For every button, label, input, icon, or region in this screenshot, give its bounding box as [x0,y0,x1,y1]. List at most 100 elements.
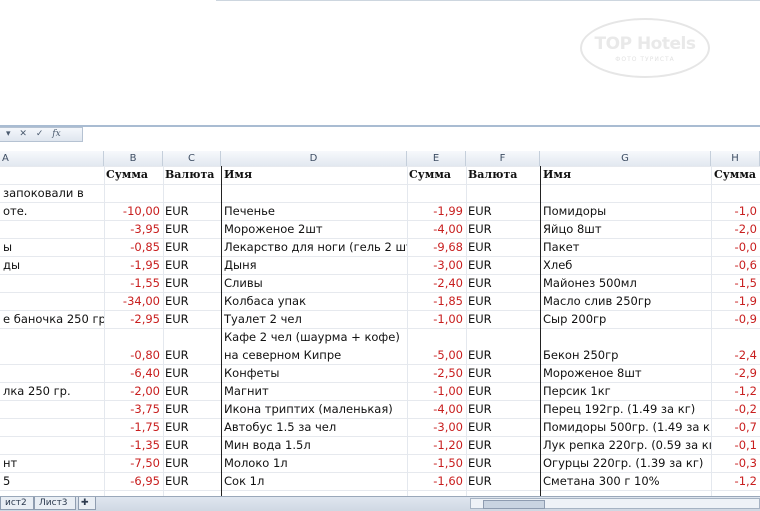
cell-c[interactable]: EUR [163,382,221,400]
cell-d[interactable]: Дыня [221,256,407,274]
horizontal-scrollbar-thumb[interactable] [483,500,545,509]
cell-a[interactable] [0,292,104,310]
cell-e[interactable]: -2,50 [407,364,466,382]
cell-b[interactable]: -10,00 [104,202,163,220]
sheet-tab-list3[interactable]: Лист3 [34,497,76,510]
cell-a[interactable] [0,274,104,292]
header-currency-c[interactable]: Валюта [163,166,221,184]
cell-g[interactable] [540,184,711,202]
cell-e[interactable]: -2,40 [407,274,466,292]
cell-e[interactable]: -1,60 [407,472,466,490]
cell-g[interactable]: Мороженое 8шт [540,364,711,382]
cell-d[interactable]: Молоко 1л [221,454,407,472]
column-header-d[interactable]: D [221,151,407,166]
header-currency-f[interactable]: Валюта [466,166,540,184]
cell-c[interactable]: EUR [163,400,221,418]
column-header-c[interactable]: C [163,151,221,166]
cell-b[interactable]: -3,95 [104,220,163,238]
cell-b[interactable]: -1,55 [104,274,163,292]
cell-h[interactable]: -0,9 [711,310,760,328]
cell-h[interactable]: -0,7 [711,418,760,436]
cell-f[interactable]: EUR [466,364,540,382]
cell-c[interactable]: EUR [163,328,221,364]
cell-f[interactable]: EUR [466,382,540,400]
cell-e[interactable]: -4,00 [407,400,466,418]
cell-a[interactable]: е баночка 250 гр [0,310,104,328]
enter-icon[interactable]: ✓ [36,128,44,141]
cell-g[interactable]: Бекон 250гр [540,328,711,364]
cell-h[interactable]: -1,2 [711,472,760,490]
cell-g[interactable]: Огурцы 220гр. (1.39 за кг) [540,454,711,472]
cell-g[interactable]: Помидоры 500гр. (1.49 за кг) [540,418,711,436]
cell-c[interactable]: EUR [163,418,221,436]
horizontal-scrollbar[interactable] [470,498,760,509]
cell-d[interactable]: Сливы [221,274,407,292]
cell-a[interactable]: 5 [0,472,104,490]
cell-h[interactable] [711,184,760,202]
cell-g[interactable]: Помидоры [540,202,711,220]
cell-b[interactable]: -2,00 [104,382,163,400]
cell-g[interactable]: Майонез 500мл [540,274,711,292]
cell-d[interactable]: Магнит [221,382,407,400]
cell-d[interactable] [221,184,407,202]
cell-h[interactable]: -0,3 [711,454,760,472]
header-name-g[interactable]: Имя [540,166,711,184]
cell-d[interactable]: Колбаса упак [221,292,407,310]
cell-f[interactable]: EUR [466,310,540,328]
header-sum-h[interactable]: Сумма [711,166,760,184]
cell-g[interactable]: Лук репка 220гр. (0.59 за кг) [540,436,711,454]
cell-c[interactable]: EUR [163,436,221,454]
cell-f[interactable]: EUR [466,238,540,256]
cell-h[interactable]: -0,6 [711,256,760,274]
cell-e[interactable]: -1,00 [407,310,466,328]
cell-b[interactable]: -7,50 [104,454,163,472]
cell-e[interactable]: -1,99 [407,202,466,220]
column-header-b[interactable]: B [104,151,163,166]
cell-h[interactable]: -1,9 [711,292,760,310]
column-header-h[interactable]: H [711,151,760,166]
spreadsheet-grid[interactable]: A B C D E F G H Сумма Валюта Имя Сумма В… [0,141,760,496]
column-header-a[interactable]: A [0,151,104,166]
cell-c[interactable]: EUR [163,454,221,472]
cell-e[interactable]: -9,68 [407,238,466,256]
cell-a[interactable]: оте. [0,202,104,220]
cell-c[interactable]: EUR [163,256,221,274]
cell-f[interactable] [466,184,540,202]
cell-d[interactable]: Лекарство для ноги (гель 2 шт) [221,238,407,256]
column-header-e[interactable]: E [407,151,466,166]
cell-b[interactable]: -6,95 [104,472,163,490]
cell-g[interactable]: Масло слив 250гр [540,292,711,310]
cell-c[interactable]: EUR [163,220,221,238]
cell-b[interactable]: -2,95 [104,310,163,328]
cell-d[interactable]: Мин вода 1.5л [221,436,407,454]
cell-h[interactable]: -0,1 [711,436,760,454]
cell-d[interactable]: Печенье [221,202,407,220]
cell-h[interactable]: -2,4 [711,328,760,364]
cell-g[interactable]: Сыр 200гр [540,310,711,328]
cell-d[interactable]: Туалет 2 чел [221,310,407,328]
cell-g[interactable]: Перец 192гр. (1.49 за кг) [540,400,711,418]
cell-b[interactable]: -3,75 [104,400,163,418]
cell-b[interactable] [104,184,163,202]
cell-b[interactable]: -1,95 [104,256,163,274]
cell-c[interactable]: EUR [163,238,221,256]
header-name-d[interactable]: Имя [221,166,407,184]
column-header-f[interactable]: F [466,151,540,166]
cell-f[interactable]: EUR [466,328,540,364]
cell-f[interactable]: EUR [466,202,540,220]
cell-d[interactable]: Мороженое 2шт [221,220,407,238]
new-sheet-icon[interactable]: ✚ [78,497,96,510]
cell-c[interactable] [163,184,221,202]
cell-a[interactable]: ды [0,256,104,274]
cell-g[interactable]: Хлеб [540,256,711,274]
cell-a[interactable]: запоковали в [0,184,104,202]
insert-function-icon[interactable]: fx [52,128,60,141]
cell-c[interactable]: EUR [163,472,221,490]
cell-h[interactable]: -1,5 [711,274,760,292]
cell-f[interactable]: EUR [466,472,540,490]
sheet-tab-list2[interactable]: ист2 [0,497,34,510]
cell-a[interactable]: лка 250 гр. [0,382,104,400]
cell-f[interactable]: EUR [466,292,540,310]
cell-e[interactable]: -1,50 [407,454,466,472]
cell-a[interactable] [0,400,104,418]
